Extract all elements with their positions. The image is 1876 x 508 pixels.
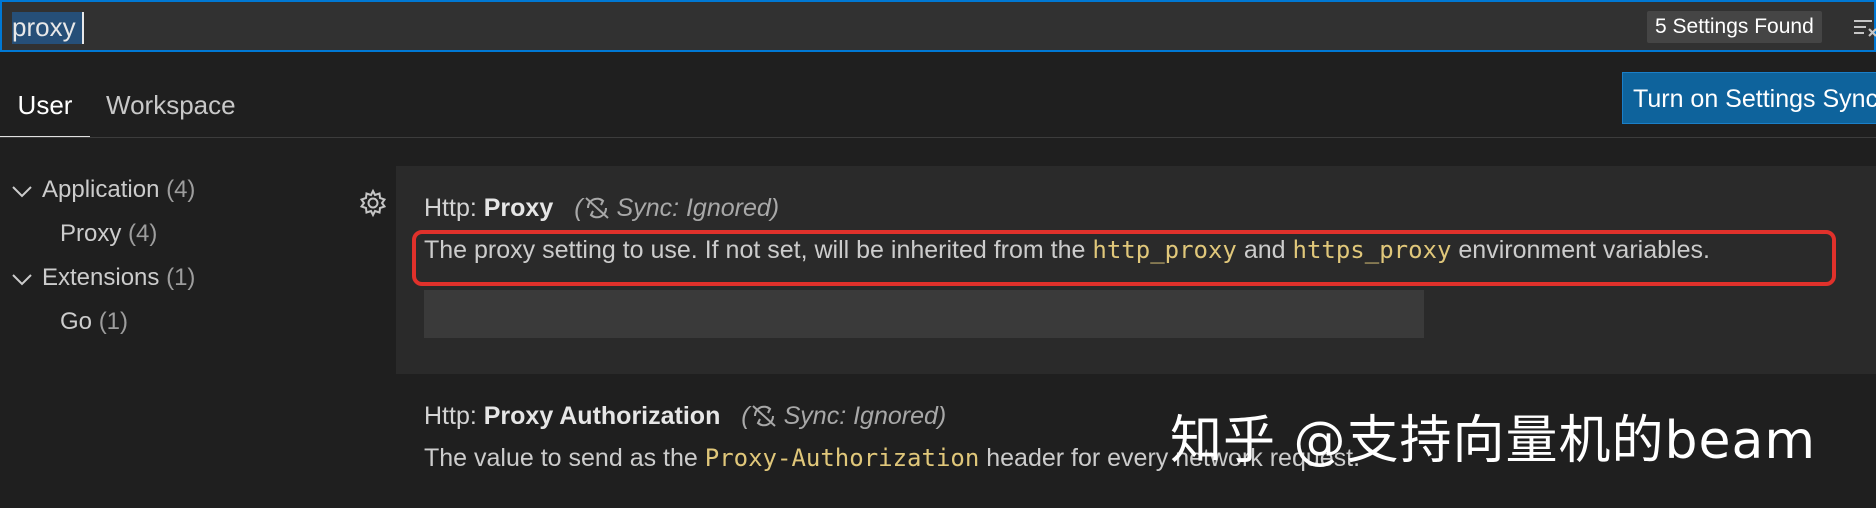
chevron-down-icon [12,185,32,198]
toc-item-label: Application [42,176,160,203]
toc-item-application[interactable]: Application (4) [10,170,195,210]
settings-search-input[interactable] [12,10,1412,44]
clear-filter-icon[interactable] [1852,16,1876,40]
gear-icon[interactable] [358,188,388,218]
toc-item-label: Proxy [60,220,122,247]
setting-category: Http: [424,402,484,430]
toc-item-proxy[interactable]: Proxy (4) [60,214,157,254]
setting-key: Proxy Authorization [483,402,721,430]
toc-item-count: (1) [166,264,196,291]
toc-item-count: (1) [98,308,129,335]
tab-workspace[interactable]: Workspace [106,80,236,138]
toc-item-label: Go [60,308,93,335]
settings-search-bar[interactable]: 5 Settings Found [0,0,1876,52]
setting-title: Http: Proxy Authorization (Sync: Ignored… [424,402,946,431]
setting-category: Http: [424,194,484,222]
setting-title: Http: Proxy (Sync: Ignored) [424,194,779,223]
watermark: 知乎 @支持向量机的beam [1170,411,1817,471]
chevron-down-icon [12,273,32,286]
code-proxy-authorization: Proxy-Authorization [704,444,980,472]
sync-ignored-icon [584,197,609,219]
turn-on-settings-sync-button[interactable]: Turn on Settings Sync [1622,72,1876,124]
toc-item-count: (4) [166,176,196,203]
toc-item-label: Extensions [42,264,160,291]
sync-ignored-note: (Sync: Ignored) [741,402,947,430]
http-proxy-input[interactable] [424,290,1424,338]
tabs-divider [0,137,1876,138]
sync-ignored-icon [751,405,776,427]
tab-user[interactable]: User [0,80,90,138]
results-count-badge: 5 Settings Found [1647,11,1822,43]
toc-item-go[interactable]: Go (1) [60,302,128,342]
toc-item-extensions[interactable]: Extensions (1) [10,258,195,298]
toc-item-count: (4) [128,220,158,247]
setting-key: Proxy [483,194,554,222]
sync-ignored-note: (Sync: Ignored) [574,194,780,222]
red-highlight-box [412,230,1836,286]
